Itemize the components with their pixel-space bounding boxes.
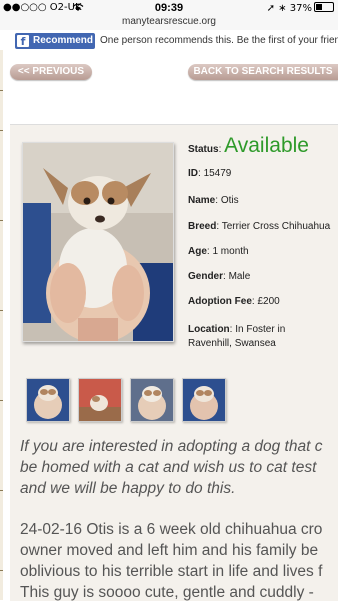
recommend-text: One person recommends this. Be the first… [100,35,338,46]
address-bar[interactable]: manytearsrescue.org [0,16,338,30]
name-row: Name: Otis [188,195,239,206]
name-label: Name [188,195,216,206]
gender-label: Gender [188,271,224,282]
thumbnail-3[interactable] [130,378,174,422]
age-label: Age [188,246,207,257]
previous-button[interactable]: << PREVIOUS [10,64,92,80]
id-label: ID [188,168,198,179]
location-label: Location [188,324,230,335]
status-label: Status [188,144,219,155]
age-row: Age: 1 month [188,246,249,257]
thumbnail-image [131,379,173,421]
facebook-recommend-bar: f Recommend One person recommends this. … [0,31,338,51]
location-arrow-icon: ➚ [266,3,275,14]
thumbnail-image [183,379,225,421]
status-value: Available [224,134,309,157]
description-line: oblivious to his terrible start in life … [20,563,323,580]
note-line: be homed with a cat and wish us to cat t… [20,459,317,476]
location-line1: In Foster in [235,324,286,335]
battery-percent: 37% [289,3,312,14]
location-row-2: Ravenhill, Swansea [188,338,276,349]
left-page-border [0,50,3,600]
breed-label: Breed [188,221,217,232]
id-value: 15479 [203,168,232,179]
gender-value: Male [228,271,251,282]
name-value: Otis [220,195,239,206]
id-row: ID: 15479 [188,168,232,179]
back-to-search-results-button[interactable]: BACK TO SEARCH RESULTS [188,64,338,80]
dog-description: 24-02-16 Otis is a 6 week old chihuahua … [20,519,322,603]
age-value: 1 month [212,246,249,257]
thumbnail-1[interactable] [26,378,70,422]
fee-value: £200 [257,296,280,307]
battery-icon [314,2,334,12]
fee-label: Adoption Fee [188,296,252,307]
recommend-label: Recommend [33,35,94,46]
breed-row: Breed: Terrier Cross Chihuahua [188,221,331,232]
status-right: ➚ ∗ 37% [267,2,334,14]
battery-fill [316,4,322,10]
cat-test-note: If you are interested in adopting a dog … [20,436,322,499]
thumbnail-image [27,379,69,421]
thumbnail-image [79,379,121,421]
note-line: If you are interested in adopting a dog … [20,438,323,455]
recommend-button[interactable]: f Recommend [15,33,95,49]
url-text: manytearsrescue.org [122,16,216,27]
gender-row: Gender: Male [188,271,251,282]
ios-status-bar: ●●○○○ O2-UK 09:39 ➚ ∗ 37% [0,0,338,16]
description-line: 24-02-16 Otis is a 6 week old chihuahua … [20,521,323,538]
location-row: Location: In Foster in [188,324,286,335]
status-row: Status: Available [188,134,309,157]
facebook-icon: f [17,35,29,48]
puppy-photo-image [23,143,173,341]
bluetooth-icon: ∗ [278,3,287,14]
description-line: owner moved and left him and his family … [20,542,319,559]
breed-value: Terrier Cross Chihuahua [221,221,331,232]
location-line2: Ravenhill, Swansea [188,338,276,349]
thumbnail-4[interactable] [182,378,226,422]
thumbnail-2[interactable] [78,378,122,422]
dog-main-photo[interactable] [22,142,174,342]
note-line: and we will be happy to do this. [20,480,236,497]
fee-row: Adoption Fee: £200 [188,296,280,307]
